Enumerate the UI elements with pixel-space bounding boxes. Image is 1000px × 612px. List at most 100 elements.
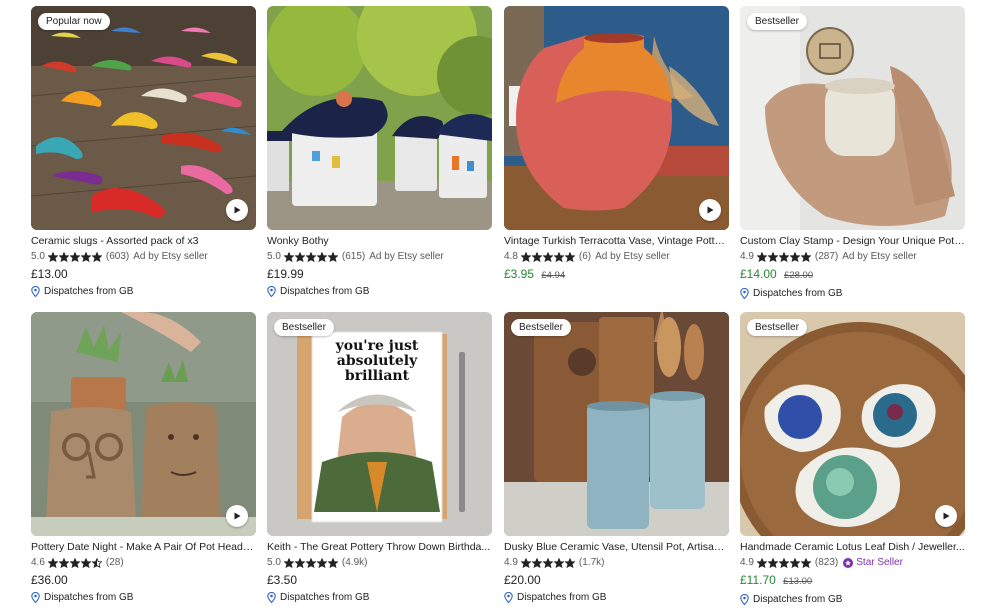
- star-rating: [283, 557, 339, 568]
- clay-stamp-photo: [740, 6, 965, 230]
- shipping-text: Dispatches from GB: [753, 288, 843, 299]
- ad-label: Ad by Etsy seller: [595, 251, 670, 262]
- star-icon: [756, 251, 767, 262]
- star-icon: [553, 251, 564, 262]
- listing-rating: 5.0 (603) Ad by Etsy seller: [31, 250, 256, 263]
- star-rating: [47, 557, 103, 568]
- listing-image[interactable]: [267, 6, 492, 230]
- bestseller-badge: Bestseller: [747, 319, 807, 336]
- listing-card[interactable]: Pottery Date Night - Make A Pair Of Pot …: [31, 312, 256, 604]
- listing-image[interactable]: Bestseller: [504, 312, 729, 536]
- listing-sale-price: £3.95: [504, 267, 535, 281]
- star-icon: [789, 557, 800, 568]
- star-icon: [316, 557, 327, 568]
- shipping-info: Dispatches from GB: [740, 287, 965, 300]
- shipping-text: Dispatches from GB: [517, 592, 607, 603]
- price-row: £19.99: [267, 267, 492, 281]
- listing-card[interactable]: Popular now Ceramic slugs - Assorted pac…: [31, 6, 256, 298]
- location-pin-icon: [740, 594, 749, 605]
- listing-price: £13.00: [31, 267, 68, 281]
- star-icon: [283, 557, 294, 568]
- listing-card[interactable]: Bestseller Custom Clay Stamp - Design Yo…: [740, 6, 965, 300]
- shipping-text: Dispatches from GB: [44, 592, 134, 603]
- bestseller-badge: Bestseller: [511, 319, 571, 336]
- price-row: £20.00: [504, 573, 729, 587]
- listing-title[interactable]: Keith - The Great Pottery Throw Down Bir…: [267, 541, 492, 554]
- rating-value: 5.0: [267, 557, 281, 568]
- listing-title[interactable]: Wonky Bothy: [267, 235, 492, 248]
- star-seller-label: Star Seller: [856, 557, 903, 568]
- star-rating: [520, 251, 576, 262]
- ad-label: Ad by Etsy seller: [842, 251, 917, 262]
- listing-rating: 4.9 (1.7k): [504, 556, 729, 569]
- listing-image[interactable]: [504, 6, 729, 230]
- star-icon: [47, 251, 58, 262]
- price-row: £13.00: [31, 267, 256, 281]
- listing-card[interactable]: Bestseller Dusky Blue Ceramic Vase, Uten…: [504, 312, 729, 604]
- listing-title[interactable]: Dusky Blue Ceramic Vase, Utensil Pot, Ar…: [504, 541, 729, 554]
- bestseller-badge: Bestseller: [274, 319, 334, 336]
- listing-image[interactable]: Popular now: [31, 6, 256, 230]
- star-icon: [47, 557, 58, 568]
- listing-title[interactable]: Ceramic slugs - Assorted pack of x3: [31, 235, 256, 248]
- listing-price: £20.00: [504, 573, 541, 587]
- star-icon: [778, 251, 789, 262]
- listing-title[interactable]: Handmade Ceramic Lotus Leaf Dish / Jewel…: [740, 541, 965, 554]
- listing-card[interactable]: Wonky Bothy 5.0 (615) Ad by Etsy seller …: [267, 6, 492, 298]
- price-row: £3.50: [267, 573, 492, 587]
- location-pin-icon: [504, 592, 513, 603]
- listing-title[interactable]: Pottery Date Night - Make A Pair Of Pot …: [31, 541, 256, 554]
- ceramic-slugs-photo: [31, 6, 256, 230]
- review-count: (603): [105, 251, 130, 262]
- review-count: (4.9k): [341, 557, 368, 568]
- star-icon: [564, 557, 575, 568]
- original-price: £28.00: [784, 270, 814, 281]
- listing-image[interactable]: Bestseller: [740, 312, 965, 536]
- shipping-info: Dispatches from GB: [31, 285, 256, 298]
- star-icon: [316, 251, 327, 262]
- play-icon[interactable]: [226, 199, 248, 221]
- price-row: £11.70 £13.00: [740, 573, 965, 589]
- listing-title[interactable]: Custom Clay Stamp - Design Your Unique P…: [740, 235, 965, 248]
- play-icon[interactable]: [226, 505, 248, 527]
- rating-value: 4.9: [740, 557, 754, 568]
- shipping-info: Dispatches from GB: [267, 285, 492, 298]
- review-count: (823): [814, 557, 839, 568]
- listing-price: £36.00: [31, 573, 68, 587]
- play-icon[interactable]: [699, 199, 721, 221]
- listing-sale-price: £14.00: [740, 267, 777, 281]
- star-icon: [69, 557, 80, 568]
- shipping-text: Dispatches from GB: [753, 594, 843, 605]
- listing-price: £3.50: [267, 573, 298, 587]
- star-rating: [283, 251, 339, 262]
- listing-image[interactable]: Bestseller: [740, 6, 965, 230]
- price-row: £36.00: [31, 573, 256, 587]
- location-pin-icon: [31, 592, 40, 603]
- star-icon: [564, 251, 575, 262]
- listing-title[interactable]: Vintage Turkish Terracotta Vase, Vintage…: [504, 235, 729, 248]
- star-icon: [69, 251, 80, 262]
- review-count: (615): [341, 251, 366, 262]
- star-rating: [47, 251, 103, 262]
- listing-rating: 4.8 (6) Ad by Etsy seller: [504, 250, 729, 263]
- listing-card[interactable]: Bestseller Handmade Ceramic Lotus Leaf D…: [740, 312, 965, 606]
- listing-image[interactable]: you're just absolutely brilliant Bestsel…: [267, 312, 492, 536]
- star-icon: [531, 251, 542, 262]
- listing-card[interactable]: you're just absolutely brilliant Bestsel…: [267, 312, 492, 604]
- star-icon: [756, 557, 767, 568]
- play-icon[interactable]: [935, 505, 957, 527]
- original-price: £4.94: [541, 270, 566, 281]
- star-icon: [789, 251, 800, 262]
- star-rating: [756, 251, 812, 262]
- pot-heads-photo: [31, 312, 256, 536]
- star-icon: [58, 251, 69, 262]
- price-row: £14.00 £28.00: [740, 267, 965, 283]
- star-seller-badge-icon: [843, 557, 854, 568]
- star-icon: [305, 557, 316, 568]
- star-icon: [800, 557, 811, 568]
- listing-card[interactable]: Vintage Turkish Terracotta Vase, Vintage…: [504, 6, 729, 283]
- bestseller-badge: Bestseller: [747, 13, 807, 30]
- listing-image[interactable]: [31, 312, 256, 536]
- star-icon: [283, 251, 294, 262]
- shipping-text: Dispatches from GB: [280, 592, 370, 603]
